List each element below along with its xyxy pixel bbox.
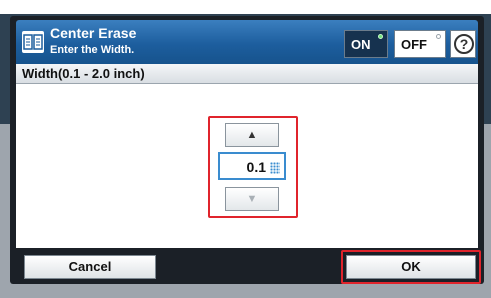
center-erase-icon	[22, 31, 44, 53]
off-indicator-icon	[436, 34, 441, 39]
on-label: ON	[351, 37, 371, 52]
help-icon: ?	[454, 34, 474, 54]
page-title: Center Erase	[50, 25, 137, 41]
ok-button[interactable]: OK	[346, 255, 476, 279]
background-top	[0, 0, 491, 14]
width-value-input[interactable]: 0.1	[218, 152, 286, 180]
increment-button[interactable]: ▲	[225, 123, 279, 147]
off-toggle-button[interactable]: OFF	[394, 30, 446, 58]
down-arrow-icon: ▼	[246, 193, 258, 205]
width-value: 0.1	[246, 159, 266, 175]
field-label-bar: Width(0.1 - 2.0 inch)	[16, 64, 478, 84]
title-bar: Center Erase Enter the Width. ON OFF ?	[16, 20, 478, 64]
page-subtitle: Enter the Width.	[50, 44, 135, 56]
help-button[interactable]: ?	[450, 30, 476, 58]
field-label: Width(0.1 - 2.0 inch)	[22, 66, 145, 81]
cancel-button[interactable]: Cancel	[24, 255, 156, 279]
up-arrow-icon: ▲	[246, 129, 258, 141]
on-indicator-icon	[378, 34, 383, 39]
keypad-icon	[270, 162, 280, 174]
decrement-button[interactable]: ▼	[225, 187, 279, 211]
off-label: OFF	[401, 37, 427, 52]
on-toggle-button[interactable]: ON	[344, 30, 388, 58]
